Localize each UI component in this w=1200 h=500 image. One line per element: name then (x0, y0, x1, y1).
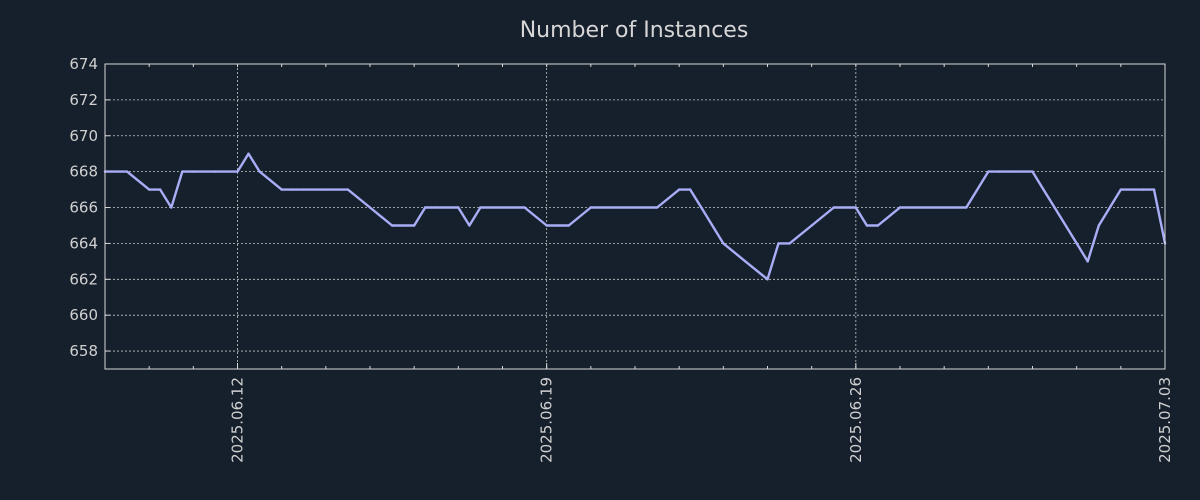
data-point (258, 170, 261, 173)
data-point (876, 224, 880, 227)
data-point (633, 206, 637, 209)
line-chart: Number of Instances 658 660 662 664 666 668 67… (69, 18, 1174, 463)
y-tick-label: 672 (69, 91, 98, 109)
data-point (424, 206, 427, 209)
data-point (611, 206, 615, 209)
data-point (181, 170, 184, 173)
y-tick-label: 666 (69, 199, 98, 217)
data-point (589, 206, 592, 209)
data-point (468, 224, 471, 227)
data-point (987, 170, 990, 173)
data-point (247, 152, 250, 155)
data-point (1141, 188, 1145, 191)
data-point (1086, 260, 1089, 263)
data-point (722, 242, 725, 245)
grid-lines (105, 63, 1166, 369)
data-point (655, 206, 659, 209)
data-point (236, 170, 239, 173)
data-point (998, 170, 1001, 173)
data-point (324, 188, 327, 191)
data-point (302, 188, 305, 191)
x-tick-label: 2025.07.03 (1156, 377, 1174, 463)
data-point (832, 206, 835, 209)
data-point (435, 206, 438, 209)
data-point (1097, 224, 1101, 227)
data-point (523, 206, 526, 209)
data-point (556, 224, 559, 227)
data-point (898, 206, 902, 209)
data-point (346, 188, 350, 191)
y-tick-label: 670 (69, 127, 98, 145)
series-line (103, 152, 1167, 281)
data-point (291, 188, 294, 191)
data-point (170, 206, 173, 209)
data-point (678, 188, 681, 191)
axes: 658 660 662 664 666 668 670 672 674 2025.06.12 202… (69, 55, 1174, 463)
x-tick-label: 2025.06.12 (229, 377, 247, 463)
data-point (766, 278, 769, 281)
data-point (567, 224, 570, 227)
data-point (1031, 170, 1034, 173)
data-point (148, 188, 151, 191)
data-point (1042, 188, 1045, 191)
y-tick-label: 658 (69, 342, 98, 360)
data-point (280, 188, 283, 191)
data-point (1009, 170, 1012, 173)
data-point (854, 206, 857, 209)
data-point (965, 206, 968, 209)
plot-frame (104, 63, 1166, 370)
data-point (700, 206, 703, 209)
data-point (1119, 188, 1123, 191)
data-point (920, 206, 924, 209)
data-point (479, 206, 482, 209)
data-point (457, 206, 460, 209)
chart-container: Number of Instances 658 660 662 664 666 668 67… (0, 0, 1200, 500)
y-tick-label: 660 (69, 306, 98, 324)
data-point (501, 206, 504, 209)
data-point (865, 224, 869, 227)
data-point (125, 170, 129, 173)
data-point (413, 224, 416, 227)
y-tick-label: 674 (69, 55, 98, 73)
data-point (214, 170, 217, 173)
y-tick-label: 664 (69, 234, 98, 252)
x-tick-label: 2025.06.26 (847, 377, 865, 463)
data-point (1053, 206, 1056, 209)
data-point (192, 170, 195, 173)
x-tick-label: 2025.06.19 (538, 377, 556, 463)
data-point (943, 206, 946, 209)
data-point (744, 260, 747, 263)
y-tick-label: 668 (69, 163, 98, 181)
data-point (689, 188, 692, 191)
data-point (159, 188, 162, 191)
data-point (788, 242, 791, 245)
data-point (545, 224, 548, 227)
chart-title: Number of Instances (520, 18, 749, 43)
data-point (368, 206, 372, 209)
data-point (777, 242, 780, 245)
data-point (810, 224, 813, 227)
data-point (390, 224, 394, 227)
data-point (1075, 242, 1078, 245)
y-tick-label: 662 (69, 270, 98, 288)
data-point (1152, 188, 1156, 191)
